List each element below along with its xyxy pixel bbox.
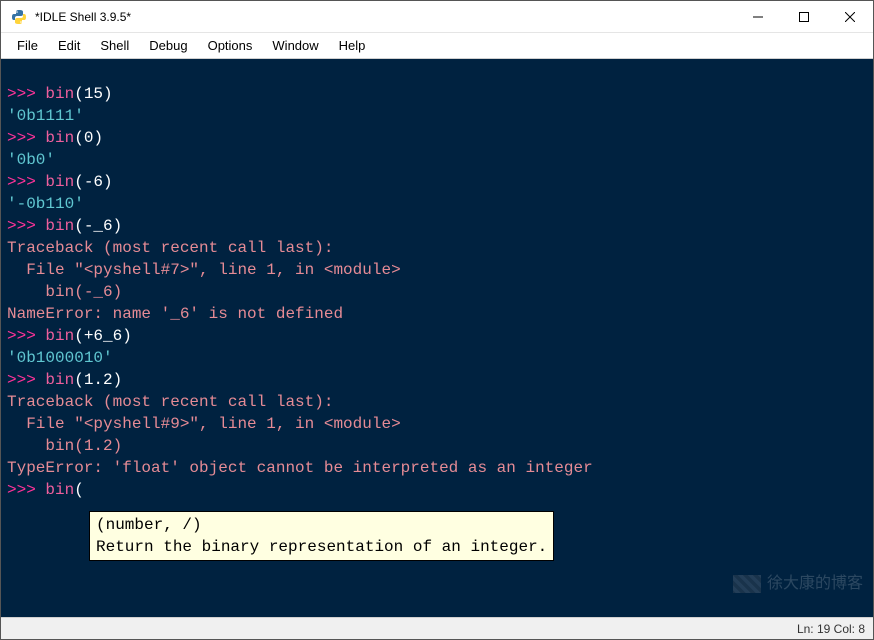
paren: )	[103, 85, 113, 103]
func-name: bin	[45, 217, 74, 235]
menubar: File Edit Shell Debug Options Window Hel…	[1, 33, 873, 59]
arg: -_6	[84, 217, 113, 235]
menu-window[interactable]: Window	[262, 35, 328, 56]
close-button[interactable]	[827, 1, 873, 32]
prompt: >>>	[7, 327, 45, 345]
paren: (	[74, 481, 84, 499]
menu-debug[interactable]: Debug	[139, 35, 197, 56]
paren: )	[93, 129, 103, 147]
traceback-line: Traceback (most recent call last):	[7, 393, 333, 411]
traceback-line: File "<pyshell#7>", line 1, in <module>	[7, 261, 401, 279]
prompt: >>>	[7, 173, 45, 191]
prompt: >>>	[7, 129, 45, 147]
window-controls	[735, 1, 873, 32]
output-line: '0b1000010'	[7, 349, 113, 367]
prompt: >>>	[7, 371, 45, 389]
traceback-line: File "<pyshell#9>", line 1, in <module>	[7, 415, 401, 433]
func-name: bin	[45, 173, 74, 191]
calltip-tooltip: (number, /) Return the binary representa…	[89, 511, 554, 561]
menu-help[interactable]: Help	[329, 35, 376, 56]
paren: )	[113, 217, 123, 235]
paren: (	[74, 327, 84, 345]
maximize-button[interactable]	[781, 1, 827, 32]
calltip-signature: (number, /)	[96, 516, 202, 534]
traceback-line: bin(1.2)	[7, 437, 122, 455]
traceback-line: TypeError: 'float' object cannot be inte…	[7, 459, 593, 477]
minimize-button[interactable]	[735, 1, 781, 32]
output-line: '0b0'	[7, 151, 55, 169]
menu-options[interactable]: Options	[198, 35, 263, 56]
func-name: bin	[45, 371, 74, 389]
func-name: bin	[45, 327, 74, 345]
arg: +6_6	[84, 327, 122, 345]
arg: -6	[84, 173, 103, 191]
output-line: '0b1111'	[7, 107, 84, 125]
traceback-line: Traceback (most recent call last):	[7, 239, 333, 257]
menu-shell[interactable]: Shell	[90, 35, 139, 56]
calltip-doc: Return the binary representation of an i…	[96, 538, 547, 556]
func-name: bin	[45, 129, 74, 147]
paren: )	[122, 327, 132, 345]
paren: (	[74, 85, 84, 103]
paren: (	[74, 217, 84, 235]
arg: 15	[84, 85, 103, 103]
titlebar: *IDLE Shell 3.9.5*	[1, 1, 873, 33]
func-name: bin	[45, 481, 74, 499]
paren: (	[74, 129, 84, 147]
arg: 1.2	[84, 371, 113, 389]
paren: )	[113, 371, 123, 389]
window-title: *IDLE Shell 3.9.5*	[35, 10, 735, 24]
func-name: bin	[45, 85, 74, 103]
app-icon	[11, 9, 27, 25]
menu-file[interactable]: File	[7, 35, 48, 56]
watermark: 徐大康的博客	[733, 573, 863, 595]
watermark-logo-icon	[733, 575, 761, 593]
prompt: >>>	[7, 85, 45, 103]
paren: )	[103, 173, 113, 191]
prompt: >>>	[7, 481, 45, 499]
output-line: '-0b110'	[7, 195, 84, 213]
shell-output[interactable]: >>> bin(15) '0b1111' >>> bin(0) '0b0' >>…	[1, 59, 873, 617]
paren: (	[74, 371, 84, 389]
cursor-position: Ln: 19 Col: 8	[797, 622, 865, 636]
statusbar: Ln: 19 Col: 8	[1, 617, 873, 639]
menu-edit[interactable]: Edit	[48, 35, 90, 56]
traceback-line: bin(-_6)	[7, 283, 122, 301]
traceback-line: NameError: name '_6' is not defined	[7, 305, 343, 323]
prompt: >>>	[7, 217, 45, 235]
arg: 0	[84, 129, 94, 147]
paren: (	[74, 173, 84, 191]
watermark-text: 徐大康的博客	[767, 573, 863, 595]
